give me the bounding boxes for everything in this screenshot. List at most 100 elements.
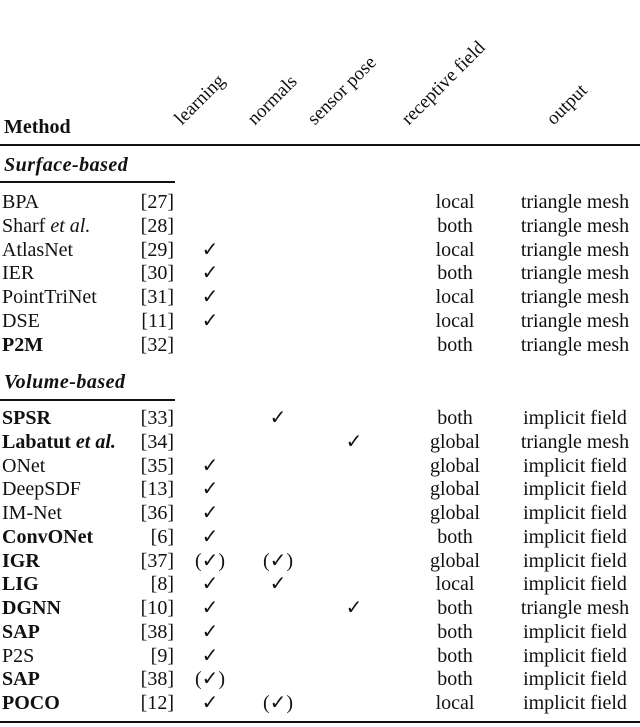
method-name-text: Sharf (2, 214, 51, 237)
cell-receptive-field: both (437, 597, 473, 619)
method-name-text: ONet (2, 454, 46, 477)
method-name-text: LIG (2, 573, 39, 596)
cell-output: triangle mesh (520, 430, 630, 453)
cell-output: triangle mesh (520, 191, 630, 213)
method-name-text: DGNN (2, 597, 61, 619)
cell-learning: ✓ (201, 286, 219, 308)
method-name-text: DeepSDF (2, 478, 81, 501)
cell-receptive-field: local (435, 692, 475, 714)
cell-output: implicit field (523, 668, 627, 691)
cell-receptive-field: global (430, 502, 480, 524)
section-rule (0, 399, 175, 401)
method-name-text: P2S (2, 644, 35, 667)
cell-receptive-field: local (435, 238, 475, 261)
method-name: SAP (2, 669, 40, 689)
bottom-rule (0, 721, 640, 723)
cell-output: implicit field (523, 692, 627, 714)
cell-receptive-field: global (430, 430, 480, 453)
top-rule (0, 144, 640, 146)
cell-output: triangle mesh (520, 262, 630, 285)
citation-ref: [29] (140, 238, 174, 261)
cell-output: implicit field (523, 644, 627, 667)
citation-ref: [35] (140, 454, 174, 477)
cell-receptive-field: local (435, 286, 475, 308)
cell-output: triangle mesh (520, 597, 630, 619)
method-name: SPSR (2, 408, 51, 428)
cell-receptive-field: global (430, 478, 480, 501)
column-header-output: output (542, 80, 592, 130)
citation-ref: [38] (140, 620, 174, 643)
citation-ref: [10] (140, 597, 174, 619)
cell-learning: ✓ (201, 620, 219, 643)
method-name: P2M (2, 335, 43, 355)
method-name-text: IER (2, 262, 35, 285)
cell-receptive-field: local (435, 309, 475, 332)
method-name-text: SAP (2, 620, 40, 643)
method-name-suffix: et al. (75, 430, 116, 453)
method-name: ONet (2, 456, 45, 476)
cell-learning: ✓ (201, 478, 219, 501)
method-name-text: IGR (2, 549, 40, 572)
cell-receptive-field: local (435, 191, 475, 213)
method-name: DeepSDF (2, 479, 81, 499)
cell-learning: ✓ (201, 525, 219, 548)
cell-learning: ✓ (201, 262, 219, 285)
citation-ref: [12] (140, 692, 174, 714)
method-name: POCO (2, 693, 60, 713)
method-name-text: SAP (2, 668, 40, 691)
column-header-receptive-field: receptive field (397, 37, 490, 130)
method-name-text: BPA (2, 191, 40, 213)
cell-receptive-field: both (437, 668, 473, 691)
cell-output: implicit field (523, 573, 627, 596)
cell-output: triangle mesh (520, 238, 630, 261)
citation-ref: [6] (150, 525, 174, 548)
citation-ref: [31] (140, 286, 174, 308)
cell-learning: (✓) (194, 668, 226, 691)
citation-ref: [27] (140, 191, 174, 213)
citation-ref: [13] (140, 478, 174, 501)
cell-output: triangle mesh (520, 286, 630, 308)
cell-output: implicit field (523, 478, 627, 501)
cell-receptive-field: both (437, 262, 473, 285)
method-name: DSE (2, 311, 40, 331)
method-name-suffix: et al. (50, 214, 91, 237)
citation-ref: [11] (141, 309, 174, 332)
cell-receptive-field: both (437, 620, 473, 643)
citation-ref: [34] (140, 430, 174, 453)
cell-output: triangle mesh (520, 214, 630, 237)
cell-sensor-pose: ✓ (345, 597, 363, 619)
cell-output: implicit field (523, 525, 627, 548)
method-name-text: DSE (2, 309, 40, 332)
method-name-text: AtlasNet (2, 238, 74, 261)
method-name-text: P2M (2, 333, 44, 356)
cell-output: implicit field (523, 502, 627, 524)
cell-normals: (✓) (262, 692, 294, 714)
section-heading: Surface-based (4, 154, 129, 176)
citation-ref: [28] (140, 214, 174, 237)
method-name: IM-Net (2, 503, 62, 523)
method-name: LIG (2, 574, 39, 594)
cell-learning: (✓) (194, 549, 226, 572)
cell-receptive-field: both (437, 214, 473, 237)
method-column-header: Method (4, 116, 71, 138)
cell-normals: (✓) (262, 549, 294, 572)
cell-receptive-field: both (437, 644, 473, 667)
cell-output: implicit field (523, 454, 627, 477)
method-name-text: POCO (2, 692, 60, 714)
cell-learning: ✓ (201, 644, 219, 667)
method-name: PointTriNet (2, 287, 97, 307)
section-heading: Volume-based (4, 371, 126, 393)
method-name-text: Labatut (2, 430, 76, 453)
method-name: P2S (2, 646, 34, 666)
cell-output: triangle mesh (520, 333, 630, 356)
column-header-sensor-pose: sensor pose (303, 52, 381, 130)
section-rule (0, 181, 175, 183)
method-name: IER (2, 263, 34, 283)
cell-learning: ✓ (201, 309, 219, 332)
cell-learning: ✓ (201, 573, 219, 596)
cell-normals: ✓ (269, 407, 287, 429)
method-name: AtlasNet (2, 240, 73, 260)
column-header-normals: normals (243, 71, 302, 130)
method-name: DGNN (2, 598, 61, 618)
citation-ref: [32] (140, 333, 174, 356)
